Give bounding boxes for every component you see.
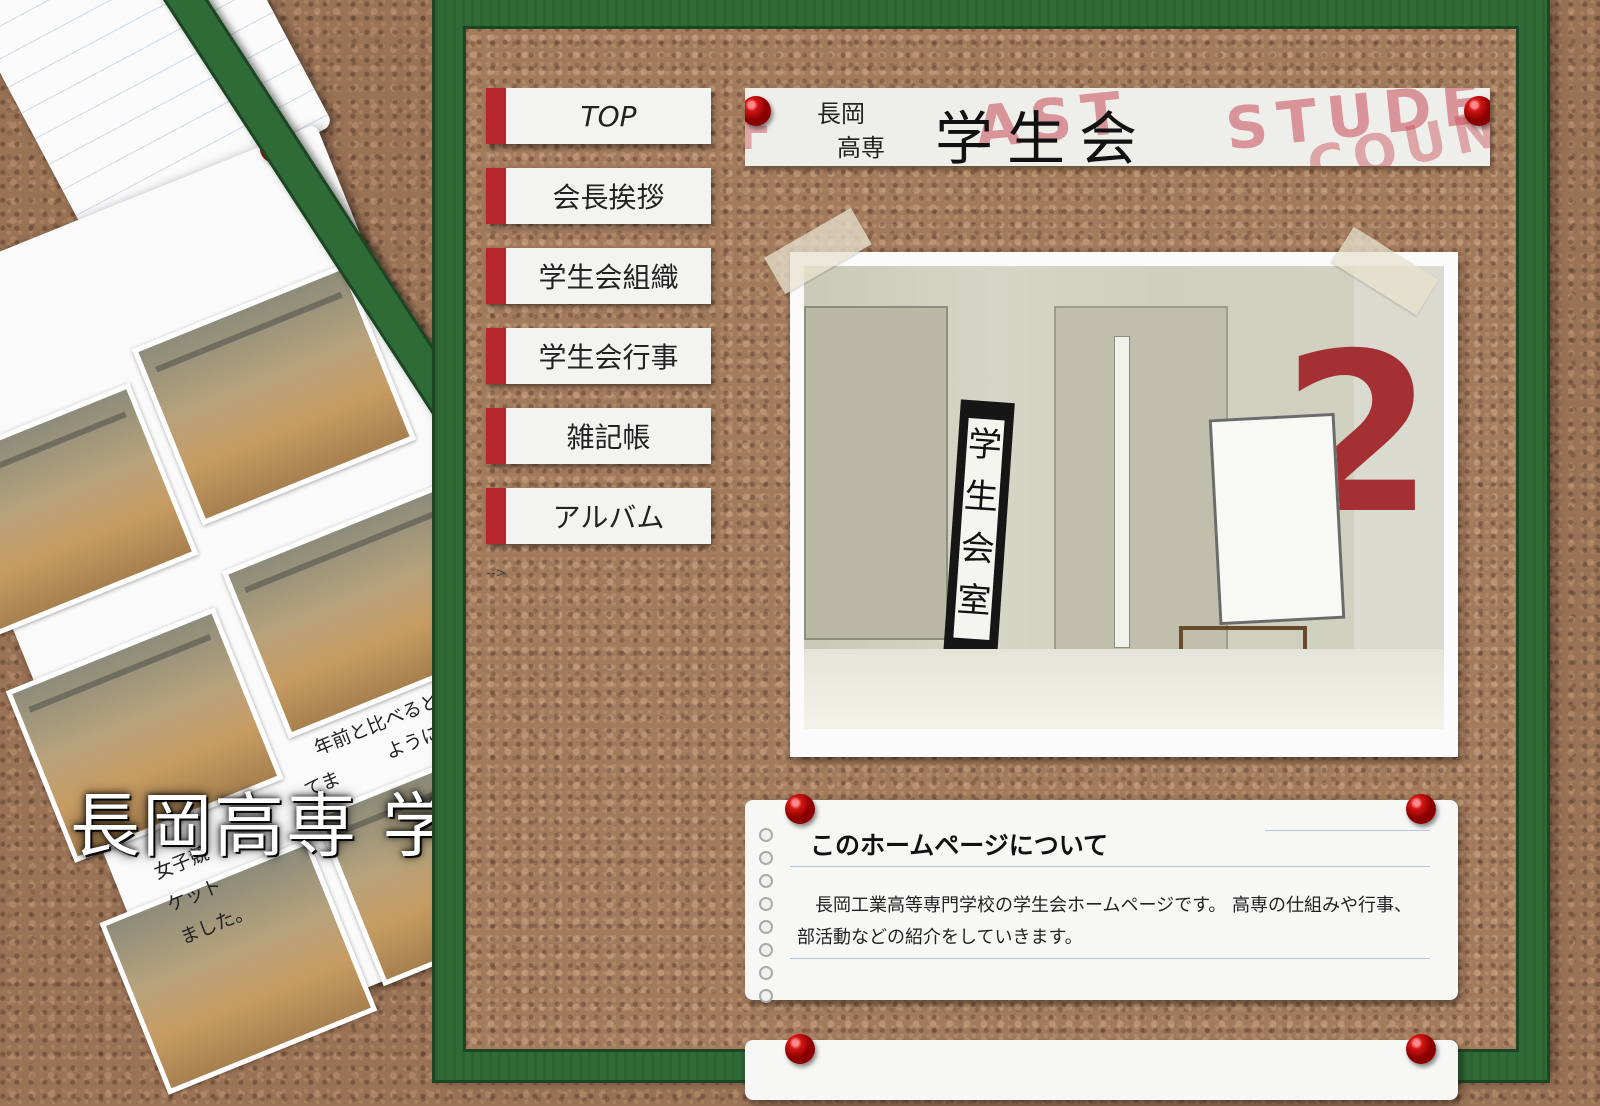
nav-item-top[interactable]: TOP [486, 88, 711, 144]
nav-label: 学生会行事 [538, 341, 679, 374]
nav-label: 会長挨拶 [552, 181, 665, 214]
room-whiteboard [1208, 412, 1346, 626]
main-navigation: TOP 会長挨拶 学生会組織 学生会行事 雑記帳 アルバム [486, 88, 711, 568]
ruled-line [790, 958, 1430, 959]
about-body: 長岡工業高等専門学校の学生会ホームページです。 高専の仕組みや行事、部活動などの… [797, 895, 1413, 948]
pushpin-icon [1464, 96, 1490, 126]
nav-label: 学生会組織 [538, 261, 679, 294]
student-council-room-photo: 2 学生会室 [790, 252, 1458, 757]
about-heading: このホームページについて [810, 831, 1109, 860]
nav-item-greeting[interactable]: 会長挨拶 [486, 168, 711, 224]
header-title: 学生会 [935, 105, 1152, 166]
header-small-text: 高専 [837, 134, 885, 162]
gym-photo-6 [99, 838, 378, 1095]
nav-item-album[interactable]: アルバム [486, 488, 711, 544]
room-window [804, 306, 948, 640]
nav-item-organization[interactable]: 学生会組織 [486, 248, 711, 304]
about-card: このホームページについて 長岡工業高等専門学校の学生会ホームページです。 高専の… [745, 794, 1458, 1003]
next-card [745, 1034, 1458, 1100]
nav-item-notes[interactable]: 雑記帳 [486, 408, 711, 464]
binder-holes [759, 828, 773, 1012]
pushpin-icon [785, 1034, 815, 1064]
nav-item-events[interactable]: 学生会行事 [486, 328, 711, 384]
pushpin-icon [1406, 1034, 1436, 1064]
nav-label: アルバム [552, 501, 665, 534]
ruled-line [1265, 830, 1430, 831]
pushpin-icon [1406, 794, 1436, 824]
nav-label: 雑記帳 [566, 421, 651, 454]
banner-text: 学生会室 [953, 417, 1005, 640]
room-name-banner: 学生会室 [943, 399, 1015, 658]
room-door [1054, 306, 1228, 680]
pushpin-icon [785, 794, 815, 824]
header-small-text: 長岡 [817, 100, 865, 128]
stray-comment-text: --> [486, 566, 507, 581]
site-header-banner[interactable]: F AST STUDENT COUNCIL 長岡 高専 学生会 [745, 88, 1490, 166]
room-floor [804, 649, 1444, 729]
ruled-line [790, 866, 1430, 867]
room-door-window [1114, 336, 1130, 648]
nav-label: TOP [580, 99, 637, 133]
room-scene: 2 学生会室 [804, 266, 1444, 729]
